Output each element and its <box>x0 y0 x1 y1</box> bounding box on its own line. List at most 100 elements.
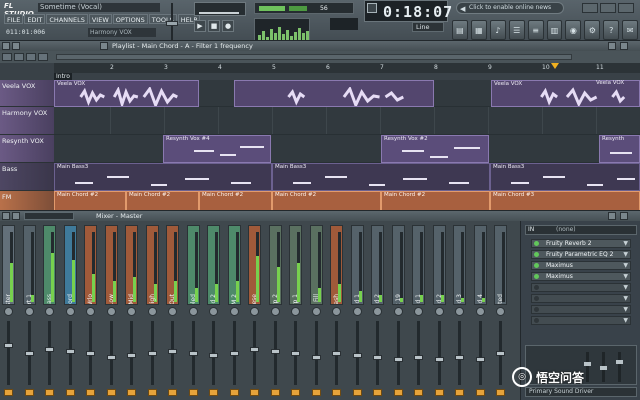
volume-fader[interactable] <box>4 321 13 385</box>
slot-led-icon[interactable] <box>534 285 539 290</box>
cpu-icon[interactable]: ⚙ <box>584 20 601 40</box>
mixer-strip[interactable]: Main Chord <box>63 225 77 400</box>
pan-knob[interactable] <box>270 307 280 316</box>
track-label-harmony-vox[interactable]: Harmony VOX <box>0 107 54 135</box>
clip-resynth-vox-2[interactable]: Resynth Vox #2 <box>381 135 489 163</box>
mixer-strip[interactable]: Selected <box>494 225 507 400</box>
mixer-strip[interactable]: Crash <box>330 225 343 400</box>
insert-slot-1[interactable]: Fruity Reverb 2 ▼ <box>531 239 631 248</box>
volume-fader[interactable] <box>45 321 54 385</box>
mixer-minimize-button[interactable] <box>608 212 616 220</box>
close-button[interactable] <box>618 3 634 13</box>
strip-header[interactable]: FM Wrlo <box>84 225 97 305</box>
mixer-strip[interactable]: Master <box>2 225 15 400</box>
volume-fader[interactable] <box>188 321 198 385</box>
clip-main-chord-6[interactable]: Main Chord #3 <box>490 191 640 211</box>
playlist-icon[interactable]: ▤ <box>452 20 468 40</box>
route-button[interactable] <box>229 389 239 396</box>
strip-header[interactable]: Crash <box>330 225 343 305</box>
clip-main-chord-5[interactable]: Main Chord #2 <box>381 191 490 211</box>
select-tool-icon[interactable] <box>38 53 48 61</box>
playlist-pattern-button[interactable] <box>100 42 108 50</box>
pan-knob[interactable] <box>24 307 34 316</box>
volume-fader[interactable] <box>209 321 218 385</box>
route-button[interactable] <box>168 389 177 396</box>
browser-icon[interactable]: ☰ <box>508 20 525 40</box>
route-button[interactable] <box>45 389 54 396</box>
pan-knob[interactable] <box>250 307 259 316</box>
strip-header[interactable]: Build 2 <box>371 225 384 305</box>
pan-knob[interactable] <box>65 307 75 316</box>
mixer-strip[interactable]: Insert 19 <box>391 225 405 400</box>
pattern-selector[interactable] <box>194 2 246 16</box>
strip-header[interactable]: Selected <box>494 225 507 305</box>
clip-main-bass3-2[interactable]: Main Bass3 <box>272 163 490 191</box>
volume-fader[interactable] <box>373 321 382 385</box>
track-label-bass[interactable]: Bass <box>0 163 54 191</box>
menu-channels[interactable]: CHANNELS <box>46 14 88 24</box>
playlist-close-button[interactable] <box>620 42 628 50</box>
mixer-strip[interactable]: Send 1 <box>412 225 425 400</box>
route-button[interactable] <box>127 389 136 396</box>
route-button[interactable] <box>414 389 423 396</box>
volume-fader[interactable] <box>311 321 321 385</box>
track-lane-veela-vox[interactable]: Veela VOX Veela VOX Veela VOX <box>54 80 640 107</box>
strip-header[interactable]: Build 1 <box>350 225 364 305</box>
pan-knob[interactable] <box>434 307 444 316</box>
minimize-button[interactable] <box>582 3 598 13</box>
volume-fader[interactable] <box>106 321 116 385</box>
pan-knob[interactable] <box>393 307 403 316</box>
track-label-veela-vox[interactable]: Veela VOX <box>0 80 54 107</box>
pan-knob[interactable] <box>311 307 321 316</box>
insert-slot-4[interactable]: Maximus ▼ <box>531 272 631 281</box>
volume-fader[interactable] <box>496 321 505 385</box>
volume-fader[interactable] <box>455 321 464 385</box>
track-lane-fm[interactable]: Main Chord #2 Main Chord #2 Main Chord #… <box>54 191 640 211</box>
route-button[interactable] <box>332 389 341 396</box>
playlist-menu-button[interactable] <box>2 42 10 50</box>
maximize-button[interactable] <box>600 3 616 13</box>
route-button[interactable] <box>209 389 218 396</box>
chat-icon[interactable]: ✉ <box>622 20 639 40</box>
playlist-snap-button[interactable] <box>12 42 20 50</box>
route-button[interactable] <box>352 389 362 396</box>
volume-fader[interactable] <box>86 321 95 385</box>
strip-header[interactable]: Out <box>166 225 179 305</box>
slot-led-icon[interactable] <box>534 318 539 323</box>
channel-rack-icon[interactable]: ▥ <box>546 20 563 40</box>
route-button[interactable] <box>188 389 198 396</box>
volume-fader[interactable] <box>434 321 444 385</box>
mixer-strip[interactable]: Square Reese <box>248 225 261 400</box>
clip-veela-vox-1[interactable]: Veela VOX <box>54 80 199 107</box>
pan-knob[interactable] <box>4 307 13 316</box>
mixer-strip[interactable]: Arp 2 <box>268 225 282 400</box>
route-button[interactable] <box>65 389 75 396</box>
mixer-icon[interactable]: ≡ <box>527 20 544 40</box>
clip-main-chord-2[interactable]: Main Chord #2 <box>126 191 199 211</box>
master-volume-slider[interactable] <box>166 3 178 43</box>
strip-header[interactable]: Insert 1 <box>22 225 36 305</box>
route-button[interactable] <box>455 389 464 396</box>
record-button[interactable]: ● <box>222 20 234 32</box>
insert-preset-field[interactable]: IN (none) <box>525 225 637 235</box>
strip-header[interactable]: Doubled <box>186 225 200 305</box>
pan-knob[interactable] <box>291 307 300 316</box>
piano-roll-icon[interactable]: ♪ <box>489 20 506 40</box>
pan-knob[interactable] <box>229 307 239 316</box>
menu-view[interactable]: VIEW <box>88 14 112 24</box>
pan-knob[interactable] <box>332 307 341 316</box>
route-button[interactable] <box>24 389 34 396</box>
insert-slot-5[interactable]: ▼ <box>531 283 631 292</box>
play-button[interactable]: ▶ <box>194 20 206 32</box>
route-button[interactable] <box>393 389 403 396</box>
mixer-strip[interactable]: Main Bass <box>43 225 56 400</box>
time-mode-button[interactable] <box>367 3 377 13</box>
pan-knob[interactable] <box>168 307 177 316</box>
intro-marker[interactable]: Intro <box>54 73 72 80</box>
clip-main-bass3-3[interactable]: Main Bass3 <box>490 163 640 191</box>
mixer-preset-field[interactable] <box>24 212 74 220</box>
pan-knob[interactable] <box>147 307 157 316</box>
pan-knob[interactable] <box>127 307 136 316</box>
clip-resynth-vox-4[interactable]: Resynth Vox #4 <box>163 135 271 163</box>
menu-edit[interactable]: EDIT <box>24 14 46 24</box>
